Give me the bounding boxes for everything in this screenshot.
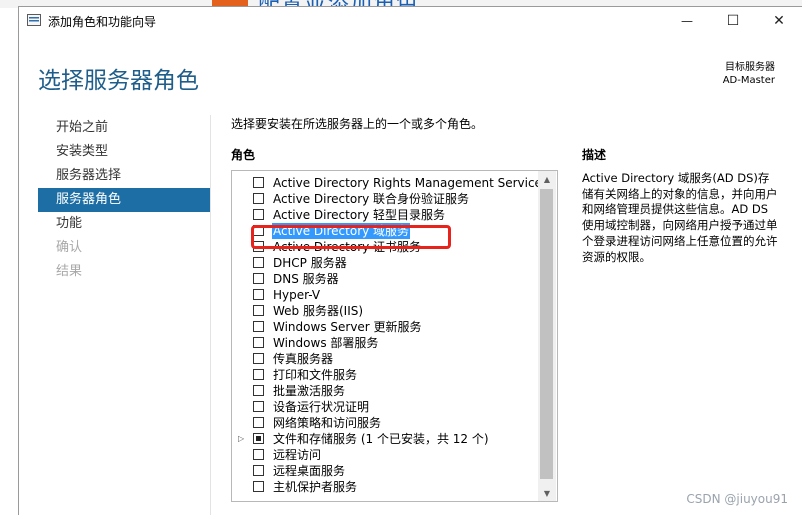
target-server-name: AD-Master: [722, 75, 775, 86]
target-server-info: 目标服务器 AD-Master: [723, 61, 775, 87]
close-button[interactable]: ✕: [756, 7, 802, 35]
roles-scrollbar[interactable]: ▲ ▼: [538, 171, 556, 501]
role-label: Windows 部署服务: [273, 336, 379, 350]
close-icon: ✕: [773, 13, 785, 29]
instruction-text: 选择要安装在所选服务器上的一个或多个角色。: [231, 117, 484, 131]
expand-arrow-icon[interactable]: ▷: [238, 431, 248, 447]
wizard-header: 选择服务器角色 目标服务器 AD-Master: [19, 35, 802, 110]
server-manager-icon: [27, 14, 41, 26]
role-label: Active Directory 联合身份验证服务: [273, 192, 470, 206]
role-label: 打印和文件服务: [273, 368, 358, 382]
role-item[interactable]: ▷ 文件和存储服务 (1 个已安装，共 12 个): [232, 431, 537, 447]
nav-divider: [210, 115, 211, 515]
role-label: Windows Server 更新服务: [273, 320, 422, 334]
nav-item-server-selection[interactable]: 服务器选择: [38, 164, 210, 188]
watermark: CSDN @jiuyou91: [686, 492, 788, 506]
role-item[interactable]: 批量激活服务: [232, 383, 537, 399]
role-item[interactable]: 远程访问: [232, 447, 537, 463]
role-item[interactable]: 设备运行状况证明: [232, 399, 537, 415]
role-checkbox[interactable]: [253, 177, 264, 188]
nav-item-installation-type[interactable]: 安装类型: [38, 140, 210, 164]
role-label: Active Directory 轻型目录服务: [273, 208, 446, 222]
role-checkbox[interactable]: [253, 385, 264, 396]
role-checkbox[interactable]: [253, 449, 264, 460]
roles-heading: 角色: [231, 148, 256, 162]
nav-item-results: 结果: [56, 264, 83, 279]
annotation-highlight-box: [251, 225, 451, 249]
role-item[interactable]: Hyper-V: [232, 287, 537, 303]
role-label: DNS 服务器: [273, 272, 339, 286]
minimize-icon: —: [681, 14, 693, 28]
description-text: Active Directory 域服务(AD DS)存储有关网络上的对象的信息…: [582, 171, 778, 264]
role-checkbox[interactable]: [253, 289, 264, 300]
role-checkbox[interactable]: [253, 401, 264, 412]
role-item[interactable]: 网络策略和访问服务: [232, 415, 537, 431]
role-item[interactable]: 打印和文件服务: [232, 367, 537, 383]
role-label: 远程桌面服务: [273, 464, 346, 478]
role-item[interactable]: Active Directory 联合身份验证服务: [232, 191, 537, 207]
description-heading: 描述: [582, 148, 607, 162]
role-item[interactable]: DNS 服务器: [232, 271, 537, 287]
role-label: Hyper-V: [273, 288, 321, 302]
role-checkbox[interactable]: [253, 337, 264, 348]
wizard-nav: 开始之前 安装类型 服务器选择 服务器角色 功能 确认 结果: [38, 116, 210, 284]
role-label: Web 服务器(IIS): [273, 304, 364, 318]
page-title: 选择服务器角色: [38, 68, 199, 94]
role-label: 传真服务器: [273, 352, 334, 366]
role-item[interactable]: 远程桌面服务: [232, 463, 537, 479]
role-checkbox[interactable]: [253, 481, 264, 492]
role-checkbox[interactable]: [253, 417, 264, 428]
role-item[interactable]: Windows Server 更新服务: [232, 319, 537, 335]
role-item[interactable]: DHCP 服务器: [232, 255, 537, 271]
role-label: 主机保护者服务: [273, 480, 358, 494]
role-checkbox[interactable]: [253, 273, 264, 284]
maximize-icon: ☐: [726, 13, 740, 29]
nav-item-before-you-begin[interactable]: 开始之前: [38, 116, 210, 140]
role-checkbox[interactable]: [253, 321, 264, 332]
role-label: 网络策略和访问服务: [273, 416, 382, 430]
role-label: DHCP 服务器: [273, 256, 347, 270]
window-title: 添加角色和功能向导: [48, 15, 157, 29]
nav-item-confirmation: 确认: [56, 240, 83, 255]
role-checkbox[interactable]: [253, 433, 264, 444]
role-label: 批量激活服务: [273, 384, 346, 398]
role-item[interactable]: 传真服务器: [232, 351, 537, 367]
target-server-label: 目标服务器: [725, 62, 775, 73]
minimize-button[interactable]: —: [664, 7, 710, 35]
role-label: 远程访问: [273, 448, 322, 462]
role-label: 文件和存储服务 (1 个已安装，共 12 个): [273, 432, 489, 446]
role-checkbox[interactable]: [253, 305, 264, 316]
role-item[interactable]: Active Directory Rights Management Servi…: [232, 175, 548, 191]
role-checkbox[interactable]: [253, 369, 264, 380]
role-checkbox[interactable]: [253, 193, 264, 204]
role-item[interactable]: Windows 部署服务: [232, 335, 537, 351]
nav-item-features[interactable]: 功能: [38, 212, 210, 236]
role-item[interactable]: Active Directory 轻型目录服务: [232, 207, 537, 223]
wizard-window: 添加角色和功能向导 — ☐ ✕ 选择服务器角色 目标服务器 AD-Master …: [18, 6, 802, 515]
role-checkbox[interactable]: [253, 257, 264, 268]
roles-list-rows: Active Directory Rights Management Servi…: [232, 175, 548, 495]
maximize-button[interactable]: ☐: [710, 7, 756, 35]
role-checkbox[interactable]: [253, 209, 264, 220]
title-bar[interactable]: 添加角色和功能向导 — ☐ ✕: [19, 7, 802, 35]
roles-list[interactable]: Active Directory Rights Management Servi…: [231, 170, 558, 502]
scroll-down-arrow-icon[interactable]: ▼: [538, 485, 556, 501]
nav-item-server-roles[interactable]: 服务器角色: [38, 188, 210, 212]
role-checkbox[interactable]: [253, 353, 264, 364]
scrollbar-thumb[interactable]: [540, 189, 553, 479]
role-item[interactable]: 主机保护者服务: [232, 479, 537, 495]
role-label: Active Directory Rights Management Servi…: [273, 176, 549, 190]
scroll-up-arrow-icon[interactable]: ▲: [538, 171, 556, 187]
role-item[interactable]: Web 服务器(IIS): [232, 303, 537, 319]
role-label: 设备运行状况证明: [273, 400, 370, 414]
role-checkbox[interactable]: [253, 465, 264, 476]
